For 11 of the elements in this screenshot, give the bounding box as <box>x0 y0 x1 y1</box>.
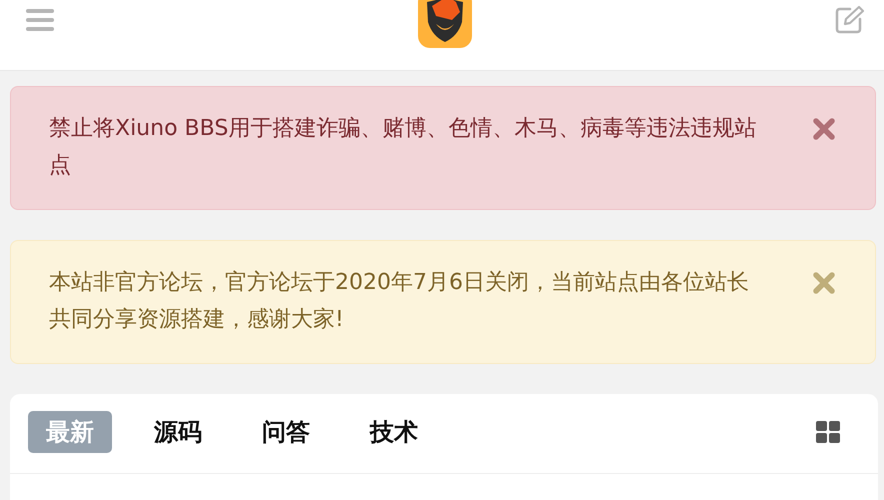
close-icon[interactable] <box>813 118 835 140</box>
category-tab[interactable]: 源码 <box>136 411 220 453</box>
category-tab[interactable]: 技术 <box>352 411 436 453</box>
grid-icon[interactable] <box>816 421 840 443</box>
fox-logo-icon[interactable] <box>418 0 472 48</box>
close-icon[interactable] <box>813 272 835 294</box>
alert-message: 本站非官方论坛，官方论坛于2020年7月6日关闭，当前站点由各位站长共同分享资源搭建，感谢大家! <box>49 269 750 334</box>
category-tab[interactable]: 问答 <box>244 411 328 453</box>
edit-icon[interactable] <box>834 5 864 35</box>
alert-message: 禁止将Xiuno BBS用于搭建诈骗、赌博、色情、木马、病毒等违法违规站点 <box>49 115 758 180</box>
menu-icon[interactable] <box>26 9 54 31</box>
